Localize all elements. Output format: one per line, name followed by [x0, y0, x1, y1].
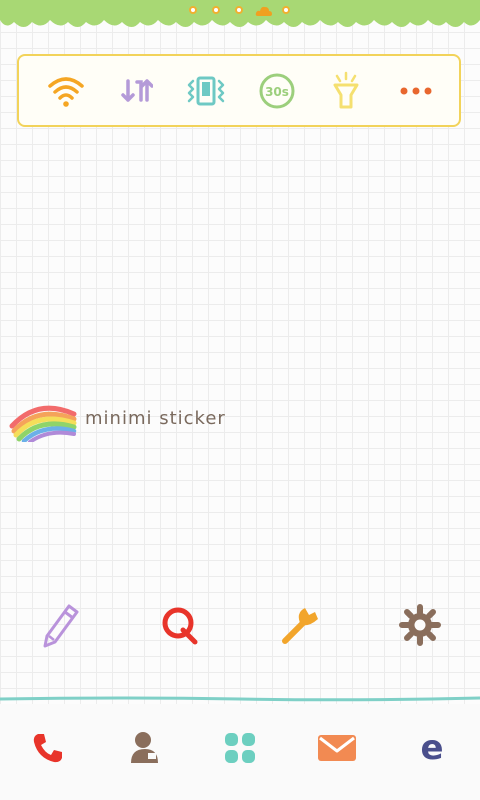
- pencil-shortcut[interactable]: [36, 600, 86, 650]
- data-sync-toggle[interactable]: [116, 70, 158, 112]
- page-dot[interactable]: [282, 6, 290, 14]
- gear-icon: [399, 604, 441, 646]
- brand-label: minimi sticker: [85, 408, 226, 429]
- vibrate-icon: [187, 76, 225, 106]
- phone-icon: [33, 734, 62, 763]
- page-dot[interactable]: [235, 6, 243, 14]
- vibrate-toggle[interactable]: [185, 70, 227, 112]
- browser-icon: e: [420, 728, 444, 768]
- wifi-icon: [48, 77, 84, 107]
- apps-drawer[interactable]: [216, 724, 264, 772]
- mail-icon: [318, 735, 356, 761]
- wifi-toggle[interactable]: [45, 70, 87, 112]
- contacts-icon: [131, 732, 158, 763]
- page-dot[interactable]: [212, 6, 220, 14]
- wrench-icon: [282, 608, 318, 644]
- screen-timeout-icon: 30s: [259, 73, 295, 109]
- contacts-app[interactable]: [121, 724, 169, 772]
- page-dot[interactable]: [189, 6, 197, 14]
- more-icon: [400, 87, 432, 95]
- data-sync-icon: [121, 79, 153, 102]
- phone-app[interactable]: [24, 724, 72, 772]
- search-q-icon: [162, 607, 198, 645]
- pencil-icon: [43, 604, 79, 648]
- screen-timeout-label: 30s: [265, 85, 289, 99]
- settings-shortcut[interactable]: [395, 600, 445, 650]
- dock-divider: [0, 696, 480, 702]
- mail-app[interactable]: [313, 724, 361, 772]
- screen-timeout-toggle[interactable]: 30s: [256, 70, 298, 112]
- quick-settings-panel: 30s: [17, 54, 461, 127]
- rainbow-icon: [9, 405, 77, 442]
- flashlight-icon: [333, 71, 359, 109]
- browser-app[interactable]: e: [408, 724, 456, 772]
- more-button[interactable]: [395, 70, 437, 112]
- flashlight-toggle[interactable]: [325, 70, 367, 112]
- apps-icon: [225, 733, 255, 763]
- cloud-active-page-icon[interactable]: [255, 5, 273, 17]
- dock: e: [0, 704, 480, 800]
- minimi-sticker-widget[interactable]: minimi sticker: [8, 396, 228, 446]
- wrench-shortcut[interactable]: [276, 600, 326, 650]
- search-shortcut[interactable]: [155, 600, 205, 650]
- page-indicator[interactable]: [0, 6, 480, 18]
